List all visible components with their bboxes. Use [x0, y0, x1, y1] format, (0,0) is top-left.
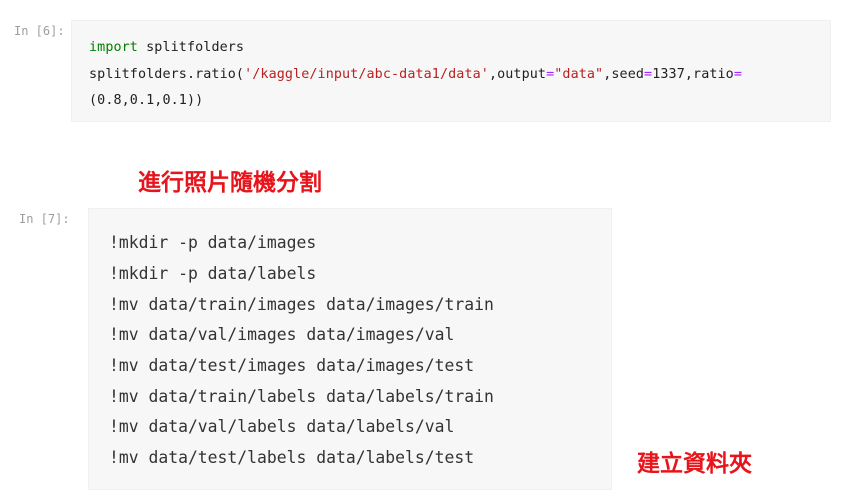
path-string: '/kaggle/input/abc-data1/data' — [244, 67, 489, 82]
code-line: !mv data/test/images data/images/test — [109, 356, 475, 375]
code-cell-6[interactable]: import splitfolders splitfolders.ratio('… — [71, 20, 831, 122]
code-line: !mv data/val/labels data/labels/val — [109, 417, 455, 436]
ratio-kw: ,ratio — [684, 67, 734, 82]
keyword-import: import — [89, 40, 138, 55]
output-string: "data" — [554, 67, 604, 82]
call-prefix: splitfolders.ratio( — [89, 67, 245, 82]
cell-prompt-6: In [6]: — [14, 24, 65, 38]
equals-op: = — [644, 67, 653, 82]
seed-kw: ,seed — [603, 67, 645, 82]
code-line: !mv data/train/images data/images/train — [109, 295, 494, 314]
code-line-ratio-values: (0.8,0.1,0.1)) — [89, 93, 204, 108]
output-kw: ,output — [488, 67, 547, 82]
code-line: !mv data/train/labels data/labels/train — [109, 387, 494, 406]
module-name: splitfolders — [137, 40, 245, 55]
seed-value: 1337 — [652, 67, 685, 82]
code-line: !mv data/test/labels data/labels/test — [109, 448, 475, 467]
folder-annotation: 建立資料夾 — [637, 451, 752, 477]
code-line: !mkdir -p data/images — [109, 233, 317, 252]
code-cell-7[interactable]: !mkdir -p data/images !mkdir -p data/lab… — [88, 208, 612, 490]
code-line-import: import splitfolders — [89, 40, 244, 55]
code-line-ratio-call: splitfolders.ratio('/kaggle/input/abc-da… — [89, 67, 742, 82]
code-line: !mv data/val/images data/images/val — [109, 325, 455, 344]
cell-prompt-7: In [7]: — [19, 212, 70, 226]
split-annotation: 進行照片隨機分割 — [138, 170, 322, 196]
equals-op: = — [733, 67, 743, 82]
code-line: !mkdir -p data/labels — [109, 264, 317, 283]
